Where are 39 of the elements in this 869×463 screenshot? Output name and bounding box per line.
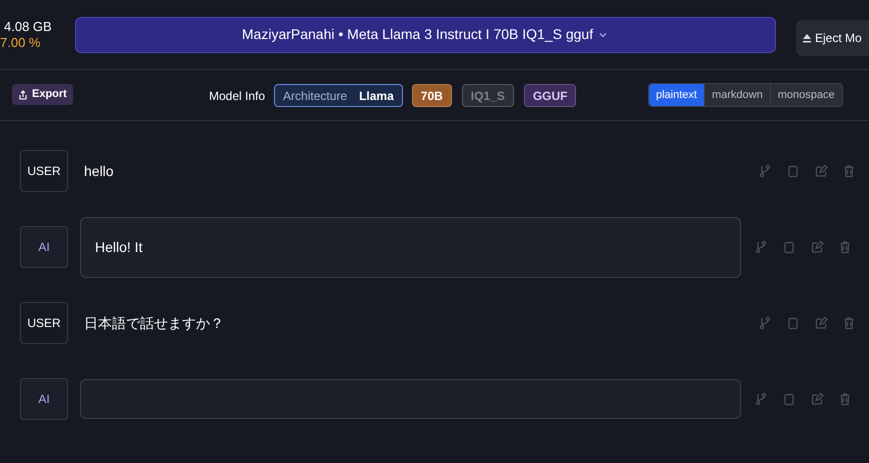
trash-icon[interactable] [838,240,852,254]
clipboard-icon[interactable] [782,392,796,406]
eject-button[interactable]: Eject Mo [796,20,869,56]
message-text: hello [84,162,115,180]
format-tab[interactable]: monospace [770,84,842,106]
role-badge: USER [20,302,68,344]
model-selector[interactable]: MaziyarPanahi • Meta Llama 3 Instruct I 70B IQ1_S gguf [75,16,776,52]
eject-icon [802,33,812,43]
role-badge: USER [20,150,68,192]
role-badge: AI [20,378,68,420]
clipboard-icon[interactable] [786,164,800,178]
clipboard-icon[interactable] [786,316,800,330]
memory-usage: 4.08 GB [4,18,53,34]
message-bubble[interactable] [80,379,741,419]
model-tag: 70B [412,84,452,107]
branch-icon[interactable] [754,392,768,406]
edit-icon[interactable] [810,240,824,254]
message-bubble[interactable]: Hello! It [80,216,741,278]
branch-icon[interactable] [758,316,772,330]
trash-icon[interactable] [842,164,856,178]
trash-icon[interactable] [838,392,852,406]
model-info-label: Model Info [209,88,266,104]
edit-icon[interactable] [814,316,828,330]
usage-percent: 7.00 % [0,34,42,50]
share-icon [18,90,28,100]
model-tag: GGUF [524,84,576,107]
message-text: 日本語で話せますか？ [84,314,225,332]
format-tab[interactable]: plaintext [649,84,704,106]
export-button[interactable]: Export [12,84,73,105]
edit-icon[interactable] [810,392,824,406]
branch-icon[interactable] [754,240,768,254]
edit-icon[interactable] [814,164,828,178]
trash-icon[interactable] [842,316,856,330]
clipboard-icon[interactable] [782,240,796,254]
architecture-tag: Architecture Llama [274,84,403,107]
branch-icon[interactable] [758,164,772,178]
role-badge: AI [20,226,68,268]
format-tab[interactable]: markdown [704,84,770,106]
model-tag: IQ1_S [462,84,514,107]
